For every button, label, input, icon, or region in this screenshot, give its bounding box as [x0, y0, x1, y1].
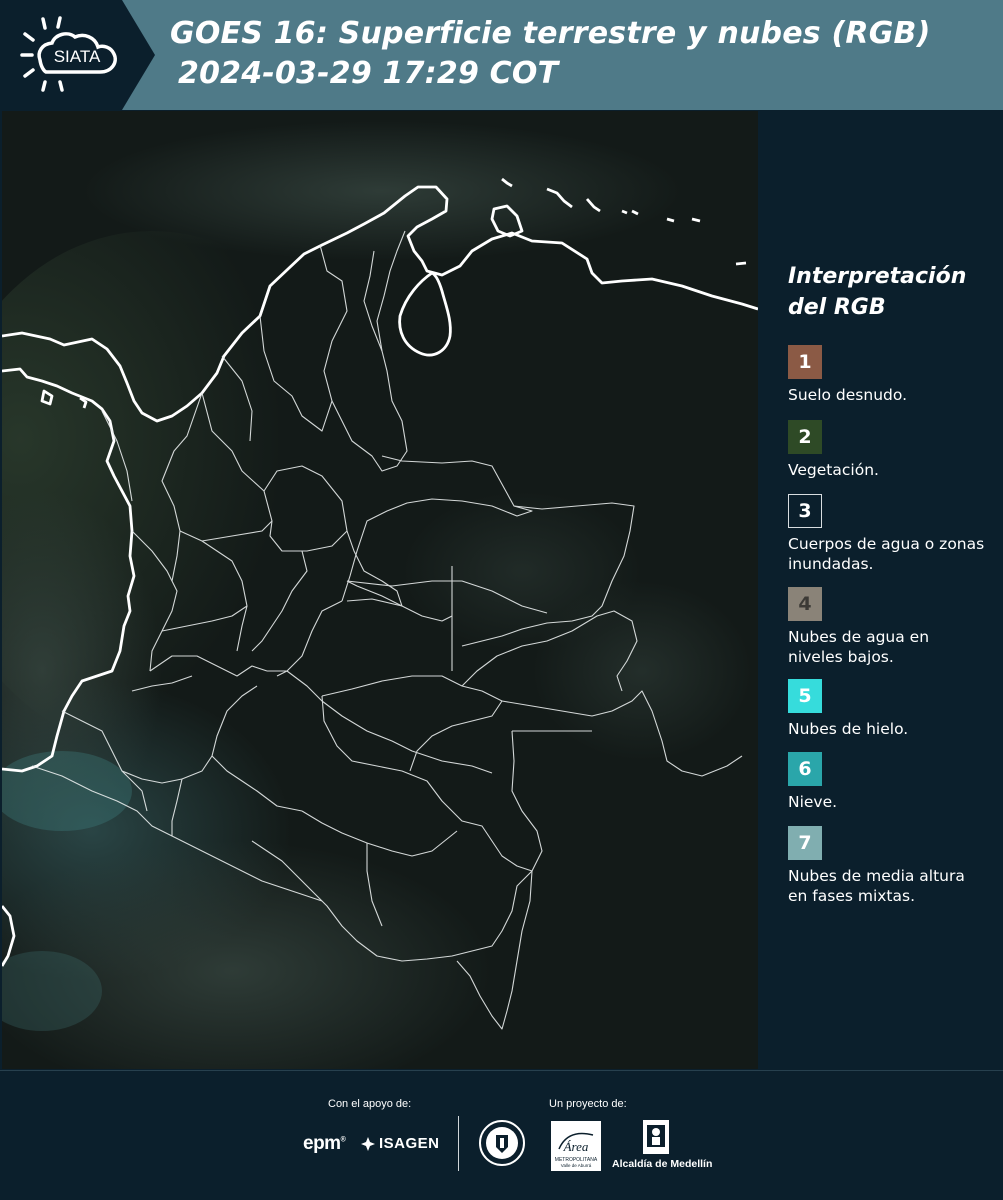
legend-item-bare-soil: 1 Suelo desnudo. [788, 345, 988, 405]
rgb-legend: Interpretación del RGB 1 Suelo desnudo. … [760, 111, 1003, 1069]
title-line-1: GOES 16: Superficie terrestre y nubes (R… [170, 16, 931, 51]
legend-title: Interpretación del RGB [788, 261, 966, 323]
isagen-logo: ISAGEN [360, 1135, 440, 1152]
legend-number: 4 [798, 593, 812, 615]
legend-label: Cuerpos de agua o zonas inundadas. [788, 535, 985, 573]
project-label: Un proyecto de: [549, 1098, 627, 1110]
legend-item-mid-mixed-clouds: 7 Nubes de media altura en fases mixtas. [788, 826, 988, 906]
isagen-star-icon [361, 1136, 375, 1151]
legend-title-line-2: del RGB [788, 295, 886, 320]
legend-label: Nubes de media altura en fases mixtas. [788, 867, 965, 905]
footer-divider [458, 1116, 459, 1171]
legend-item-vegetation: 2 Vegetación. [788, 420, 988, 480]
legend-item-ice-clouds: 5 Nubes de hielo. [788, 679, 988, 739]
legend-label: Nieve. [788, 793, 838, 811]
university-seal-icon [478, 1119, 526, 1172]
support-label: Con el apoyo de: [328, 1098, 412, 1110]
alcaldia-label: Alcaldía de Medellín [612, 1158, 713, 1170]
svg-text:SIATA: SIATA [54, 47, 101, 66]
header-bar: SIATA GOES 16: Superficie terrestre y nu… [0, 0, 1003, 110]
legend-label: Nubes de hielo. [788, 720, 909, 738]
legend-swatch: 4 [788, 587, 822, 621]
svg-text:Área: Área [563, 1139, 589, 1154]
legend-label: Suelo desnudo. [788, 386, 907, 404]
legend-item-low-water-clouds: 4 Nubes de agua en niveles bajos. [788, 587, 988, 667]
legend-title-line-1: Interpretación [788, 264, 967, 289]
siata-logo: SIATA [0, 0, 155, 110]
legend-label: Nubes de agua en niveles bajos. [788, 628, 930, 666]
legend-number: 7 [798, 832, 812, 854]
legend-swatch: 6 [788, 752, 822, 786]
legend-item-water-bodies: 3 Cuerpos de agua o zonas inundadas. [788, 494, 988, 574]
legend-number: 2 [798, 426, 812, 448]
legend-swatch: 1 [788, 345, 822, 379]
legend-number: 5 [798, 685, 812, 707]
legend-number: 1 [798, 351, 812, 373]
legend-swatch: 5 [788, 679, 822, 713]
legend-swatch: 3 [788, 494, 822, 528]
isagen-logo-text: ISAGEN [379, 1135, 440, 1152]
legend-number: 6 [798, 758, 812, 780]
satellite-map [2, 111, 758, 1069]
page-title: GOES 16: Superficie terrestre y nubes (R… [170, 14, 931, 94]
legend-label: Vegetación. [788, 461, 879, 479]
medellin-coat-of-arms-icon [642, 1119, 670, 1160]
epm-logo-text: epm [303, 1133, 341, 1154]
legend-swatch: 7 [788, 826, 822, 860]
area-metropolitana-logo: Área METROPOLITANA Valle de Aburrá [551, 1121, 601, 1176]
svg-text:Valle de Aburrá: Valle de Aburrá [561, 1163, 592, 1168]
footer: Con el apoyo de: Un proyecto de: epm® IS… [0, 1070, 1003, 1200]
legend-number: 3 [798, 500, 812, 522]
legend-swatch: 2 [788, 420, 822, 454]
legend-item-snow: 6 Nieve. [788, 752, 988, 812]
epm-logo: epm® [303, 1133, 346, 1154]
title-line-2: 2024-03-29 17:29 COT [178, 56, 559, 91]
